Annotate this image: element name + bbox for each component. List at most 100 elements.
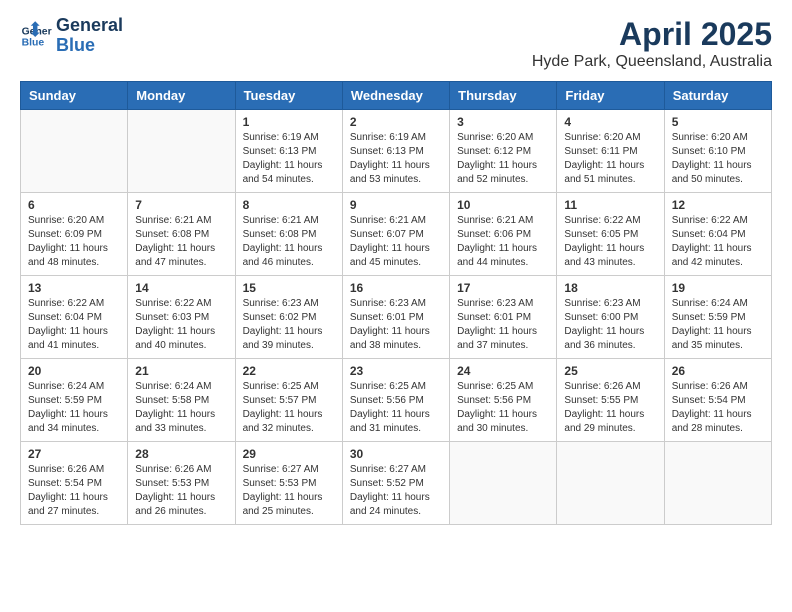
day-number: 6: [28, 198, 120, 212]
logo-text: General Blue: [56, 16, 123, 56]
day-info: Sunrise: 6:21 AMSunset: 6:07 PMDaylight:…: [350, 214, 442, 270]
day-info: Sunrise: 6:23 AMSunset: 6:01 PMDaylight:…: [457, 297, 549, 353]
day-info: Sunrise: 6:24 AMSunset: 5:59 PMDaylight:…: [28, 380, 120, 436]
calendar-cell: 19 Sunrise: 6:24 AMSunset: 5:59 PMDayligh…: [664, 276, 771, 359]
logo-icon: General Blue: [20, 20, 52, 52]
weekday-header-thursday: Thursday: [450, 82, 557, 110]
calendar-cell: 15 Sunrise: 6:23 AMSunset: 6:02 PMDayligh…: [235, 276, 342, 359]
day-number: 13: [28, 281, 120, 295]
svg-text:Blue: Blue: [22, 37, 45, 48]
day-info: Sunrise: 6:22 AMSunset: 6:04 PMDaylight:…: [672, 214, 764, 270]
day-info: Sunrise: 6:20 AMSunset: 6:11 PMDaylight:…: [564, 131, 656, 187]
weekday-header-tuesday: Tuesday: [235, 82, 342, 110]
logo-line1: General: [56, 16, 123, 36]
day-number: 18: [564, 281, 656, 295]
day-info: Sunrise: 6:21 AMSunset: 6:08 PMDaylight:…: [135, 214, 227, 270]
calendar-cell: 14Sunrise: 6:22 AMSunset: 6:03 PMDayligh…: [128, 276, 235, 359]
day-number: 22: [243, 364, 335, 378]
day-number: 24: [457, 364, 549, 378]
day-info: Sunrise: 6:27 AMSunset: 5:53 PMDaylight:…: [243, 463, 335, 519]
day-number: 19: [672, 281, 764, 295]
calendar-cell: 22 Sunrise: 6:25 AMSunset: 5:57 PMDayligh…: [235, 359, 342, 442]
title-area: April 2025 Hyde Park, Queensland, Austra…: [532, 16, 772, 71]
calendar-cell: 13Sunrise: 6:22 AMSunset: 6:04 PMDayligh…: [21, 276, 128, 359]
day-info: Sunrise: 6:19 AMSunset: 6:13 PMDaylight:…: [243, 131, 335, 187]
calendar-cell: 6 Sunrise: 6:20 AMSunset: 6:09 PMDaylight…: [21, 193, 128, 276]
calendar-cell: [21, 110, 128, 193]
week-row-3: 13Sunrise: 6:22 AMSunset: 6:04 PMDayligh…: [21, 276, 772, 359]
day-info: Sunrise: 6:22 AMSunset: 6:05 PMDaylight:…: [564, 214, 656, 270]
day-info: Sunrise: 6:23 AMSunset: 6:02 PMDaylight:…: [243, 297, 335, 353]
day-info: Sunrise: 6:20 AMSunset: 6:09 PMDaylight:…: [28, 214, 120, 270]
day-info: Sunrise: 6:21 AMSunset: 6:06 PMDaylight:…: [457, 214, 549, 270]
day-number: 10: [457, 198, 549, 212]
day-number: 4: [564, 115, 656, 129]
calendar-cell: 27 Sunrise: 6:26 AMSunset: 5:54 PMDayligh…: [21, 442, 128, 525]
calendar-cell: 28 Sunrise: 6:26 AMSunset: 5:53 PMDayligh…: [128, 442, 235, 525]
day-number: 16: [350, 281, 442, 295]
logo-line2: Blue: [56, 36, 123, 56]
day-info: Sunrise: 6:26 AMSunset: 5:54 PMDaylight:…: [672, 380, 764, 436]
calendar-cell: 24Sunrise: 6:25 AMSunset: 5:56 PMDayligh…: [450, 359, 557, 442]
day-info: Sunrise: 6:22 AMSunset: 6:03 PMDaylight:…: [135, 297, 227, 353]
calendar-table: SundayMondayTuesdayWednesdayThursdayFrid…: [20, 81, 772, 525]
day-info: Sunrise: 6:19 AMSunset: 6:13 PMDaylight:…: [350, 131, 442, 187]
day-info: Sunrise: 6:26 AMSunset: 5:55 PMDaylight:…: [564, 380, 656, 436]
calendar-cell: 7Sunrise: 6:21 AMSunset: 6:08 PMDaylight…: [128, 193, 235, 276]
day-info: Sunrise: 6:26 AMSunset: 5:53 PMDaylight:…: [135, 463, 227, 519]
day-number: 1: [243, 115, 335, 129]
weekday-header-row: SundayMondayTuesdayWednesdayThursdayFrid…: [21, 82, 772, 110]
day-number: 29: [243, 447, 335, 461]
calendar-cell: 3Sunrise: 6:20 AMSunset: 6:12 PMDaylight…: [450, 110, 557, 193]
calendar-cell: 2 Sunrise: 6:19 AMSunset: 6:13 PMDaylight…: [342, 110, 449, 193]
day-number: 12: [672, 198, 764, 212]
day-number: 27: [28, 447, 120, 461]
logo: General Blue General Blue: [20, 16, 123, 56]
week-row-1: 1 Sunrise: 6:19 AMSunset: 6:13 PMDaylight…: [21, 110, 772, 193]
weekday-header-monday: Monday: [128, 82, 235, 110]
weekday-header-wednesday: Wednesday: [342, 82, 449, 110]
day-number: 23: [350, 364, 442, 378]
location-title: Hyde Park, Queensland, Australia: [532, 53, 772, 71]
week-row-2: 6 Sunrise: 6:20 AMSunset: 6:09 PMDaylight…: [21, 193, 772, 276]
header: General Blue General Blue April 2025 Hyd…: [20, 16, 772, 71]
calendar-cell: 18 Sunrise: 6:23 AMSunset: 6:00 PMDayligh…: [557, 276, 664, 359]
day-number: 25: [564, 364, 656, 378]
day-number: 9: [350, 198, 442, 212]
day-info: Sunrise: 6:27 AMSunset: 5:52 PMDaylight:…: [350, 463, 442, 519]
calendar-cell: [664, 442, 771, 525]
day-number: 8: [243, 198, 335, 212]
calendar-cell: 4 Sunrise: 6:20 AMSunset: 6:11 PMDaylight…: [557, 110, 664, 193]
day-number: 30: [350, 447, 442, 461]
day-number: 17: [457, 281, 549, 295]
week-row-5: 27 Sunrise: 6:26 AMSunset: 5:54 PMDayligh…: [21, 442, 772, 525]
calendar-cell: [557, 442, 664, 525]
day-info: Sunrise: 6:23 AMSunset: 6:00 PMDaylight:…: [564, 297, 656, 353]
calendar-cell: 9 Sunrise: 6:21 AMSunset: 6:07 PMDaylight…: [342, 193, 449, 276]
weekday-header-friday: Friday: [557, 82, 664, 110]
calendar-cell: 30 Sunrise: 6:27 AMSunset: 5:52 PMDayligh…: [342, 442, 449, 525]
day-info: Sunrise: 6:21 AMSunset: 6:08 PMDaylight:…: [243, 214, 335, 270]
day-number: 2: [350, 115, 442, 129]
day-info: Sunrise: 6:24 AMSunset: 5:58 PMDaylight:…: [135, 380, 227, 436]
calendar-cell: 5Sunrise: 6:20 AMSunset: 6:10 PMDaylight…: [664, 110, 771, 193]
calendar-cell: 8 Sunrise: 6:21 AMSunset: 6:08 PMDaylight…: [235, 193, 342, 276]
calendar-cell: [450, 442, 557, 525]
calendar-cell: 23Sunrise: 6:25 AMSunset: 5:56 PMDayligh…: [342, 359, 449, 442]
calendar-cell: 10 Sunrise: 6:21 AMSunset: 6:06 PMDayligh…: [450, 193, 557, 276]
calendar-cell: [128, 110, 235, 193]
day-number: 11: [564, 198, 656, 212]
calendar-cell: 16Sunrise: 6:23 AMSunset: 6:01 PMDayligh…: [342, 276, 449, 359]
day-number: 5: [672, 115, 764, 129]
weekday-header-saturday: Saturday: [664, 82, 771, 110]
day-number: 26: [672, 364, 764, 378]
calendar-cell: 17 Sunrise: 6:23 AMSunset: 6:01 PMDayligh…: [450, 276, 557, 359]
day-info: Sunrise: 6:25 AMSunset: 5:57 PMDaylight:…: [243, 380, 335, 436]
day-info: Sunrise: 6:24 AMSunset: 5:59 PMDaylight:…: [672, 297, 764, 353]
calendar-cell: 12 Sunrise: 6:22 AMSunset: 6:04 PMDayligh…: [664, 193, 771, 276]
day-number: 15: [243, 281, 335, 295]
day-number: 3: [457, 115, 549, 129]
weekday-header-sunday: Sunday: [21, 82, 128, 110]
day-info: Sunrise: 6:26 AMSunset: 5:54 PMDaylight:…: [28, 463, 120, 519]
day-number: 28: [135, 447, 227, 461]
